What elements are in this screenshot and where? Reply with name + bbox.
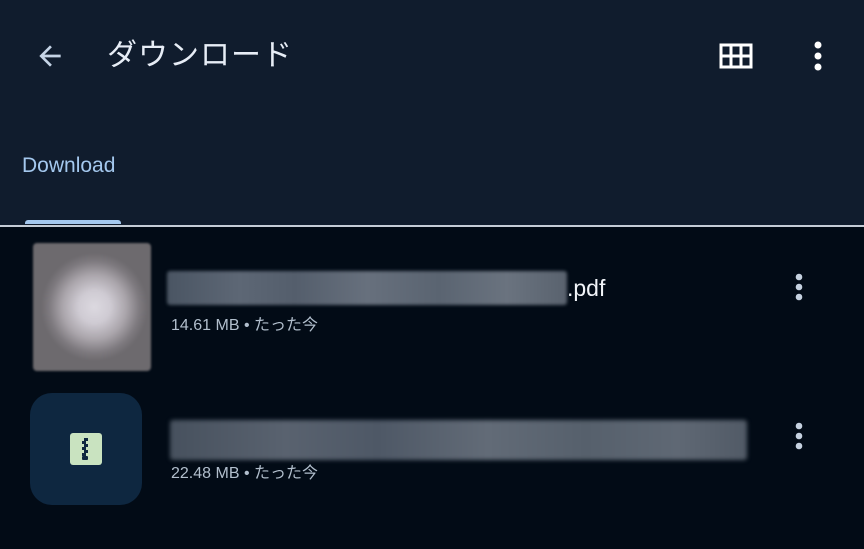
page-title: ダウンロード	[107, 38, 293, 73]
file-size: 22.48 MB	[171, 465, 240, 482]
file-size: 14.61 MB	[171, 317, 240, 334]
file-name	[170, 420, 747, 460]
grid-view-button[interactable]	[714, 34, 758, 78]
meta-separator: •	[243, 317, 250, 334]
file-meta: 22.48 MB • たった今	[171, 459, 318, 483]
meta-separator: •	[243, 465, 250, 482]
tab-download[interactable]: Download	[22, 140, 121, 226]
file-extension: .pdf	[567, 274, 606, 301]
file-list-item[interactable]: .pdf 14.61 MB • たった今	[0, 241, 864, 375]
more-vert-icon	[795, 273, 803, 301]
blurred-file-name	[167, 271, 567, 305]
file-time: たった今	[254, 465, 319, 482]
more-vert-icon	[795, 422, 803, 450]
file-time: たった今	[254, 317, 319, 334]
file-more-button[interactable]	[782, 265, 816, 309]
arrow-back-icon	[39, 45, 61, 67]
header-divider	[0, 225, 864, 227]
file-name: .pdf	[167, 271, 605, 305]
more-vert-icon	[814, 41, 822, 71]
back-button[interactable]	[28, 34, 72, 78]
tab-indicator	[25, 220, 121, 224]
zip-file-icon	[70, 433, 102, 465]
zip-thumbnail	[30, 393, 142, 505]
tab-label: Download	[22, 154, 116, 177]
blurred-file-name	[170, 420, 747, 460]
top-app-bar: ダウンロード Download	[0, 0, 864, 225]
file-more-button[interactable]	[782, 414, 816, 458]
file-list-item[interactable]: 22.48 MB • たった今	[0, 390, 864, 510]
more-options-button[interactable]	[796, 34, 840, 78]
file-meta: 14.61 MB • たった今	[171, 311, 318, 335]
grid-view-icon	[719, 43, 753, 69]
downloads-screen: ダウンロード Download .pdf 14.61 MB • たった今 22.…	[0, 0, 864, 549]
pdf-thumbnail	[33, 243, 151, 371]
